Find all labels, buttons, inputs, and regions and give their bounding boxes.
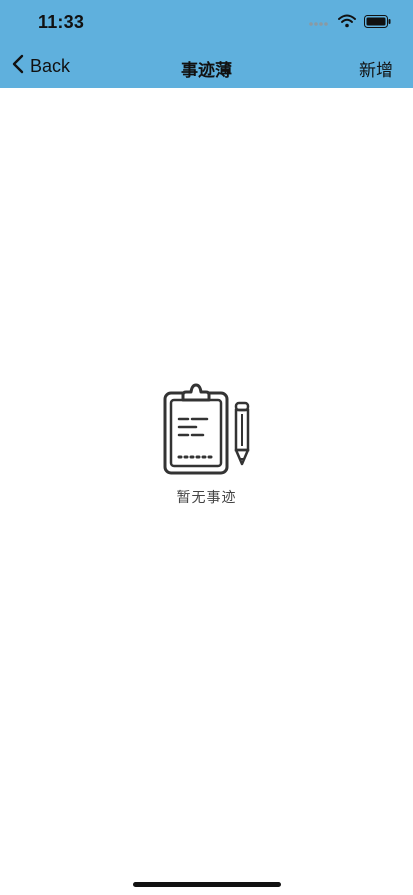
top-bar: 11:33 Back 事迹薄 新增 xyxy=(0,0,413,88)
status-time: 11:33 xyxy=(38,12,85,32)
page-title: 事迹薄 xyxy=(181,61,232,80)
battery-icon xyxy=(364,14,391,33)
wifi-icon xyxy=(338,14,356,33)
status-icons xyxy=(308,14,391,33)
home-indicator[interactable] xyxy=(133,882,281,887)
empty-state-text: 暂无事迹 xyxy=(176,489,237,505)
navigation-bar: Back 事迹薄 新增 xyxy=(0,50,413,84)
empty-state: 暂无事迹 xyxy=(0,380,413,507)
add-button[interactable]: 新增 xyxy=(359,56,393,81)
clipboard-pencil-icon xyxy=(159,380,255,481)
signal-dots-icon xyxy=(308,15,330,33)
